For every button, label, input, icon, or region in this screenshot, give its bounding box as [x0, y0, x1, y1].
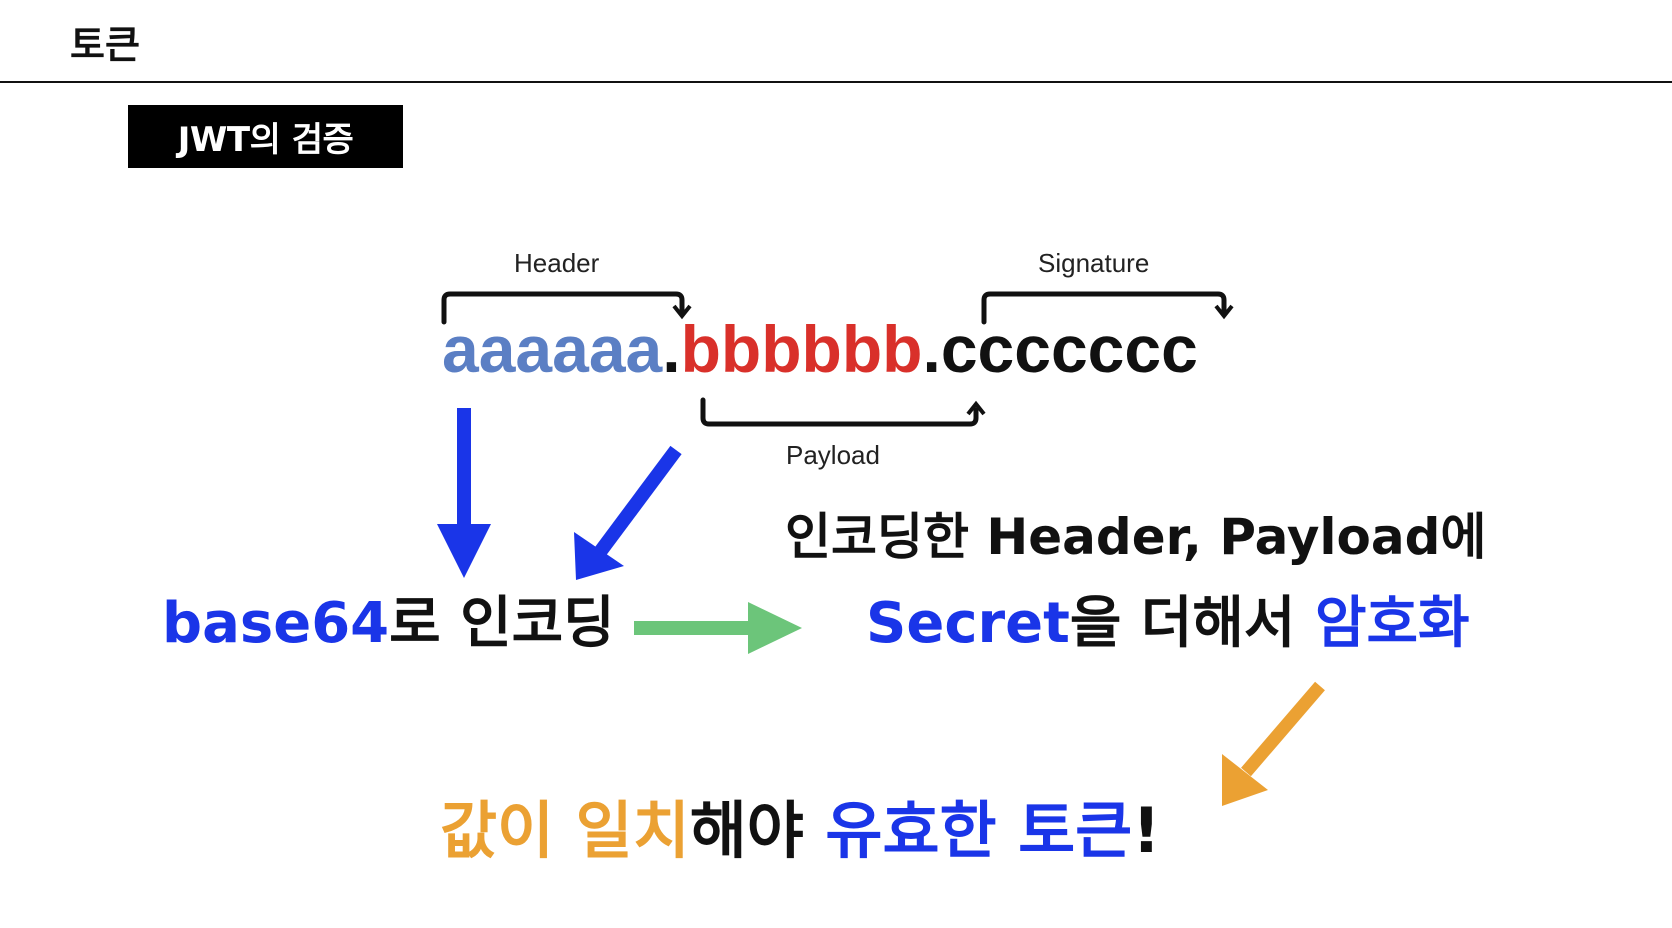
green-arrow-head — [748, 602, 802, 654]
jwt-header-part: aaaaaa — [442, 312, 663, 386]
conclusion-match: 값이 일치 — [440, 794, 690, 867]
signature-label: Signature — [1038, 248, 1150, 278]
sign-step-line2: Secret을 더해서 암호화 — [866, 596, 1470, 652]
payload-bracket — [700, 397, 979, 427]
blue-arrow-down-head — [437, 524, 491, 578]
secret-keyword: Secret — [866, 591, 1070, 656]
conclusion-connector: 해야 — [689, 794, 826, 867]
conclusion-text: 값이 일치해야 유효한 토큰! — [440, 800, 1161, 862]
conclusion-exclaim: ! — [1132, 794, 1161, 867]
header-label: Header — [514, 248, 600, 278]
jwt-token-string: aaaaaa.bbbbbb.ccccccc — [442, 316, 1198, 382]
jwt-signature-part: ccccccc — [940, 312, 1198, 386]
orange-arrow-shaft — [1241, 681, 1325, 777]
jwt-dot-2: . — [922, 312, 941, 386]
base64-keyword: base64 — [162, 591, 390, 656]
conclusion-valid-token: 유효한 토큰 — [825, 794, 1133, 867]
sign-step-line1: 인코딩한 Header, Payload에 — [785, 508, 1487, 566]
sign-mid-text: 을 더해서 — [1069, 591, 1315, 656]
encrypt-keyword: 암호화 — [1314, 591, 1470, 656]
blue-arrow-diagonal-shaft — [594, 445, 682, 557]
payload-label: Payload — [786, 440, 880, 470]
encoding-text: 로 인코딩 — [389, 591, 615, 656]
jwt-payload-part: bbbbbb — [680, 312, 923, 386]
encoding-step: base64로 인코딩 — [162, 596, 615, 652]
jwt-dot-1: . — [662, 312, 681, 386]
